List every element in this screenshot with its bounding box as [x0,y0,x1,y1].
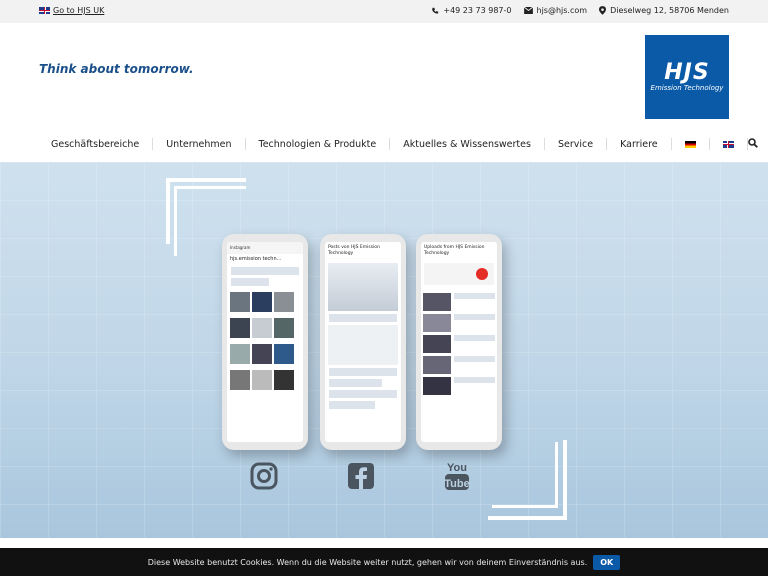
video-item [423,335,495,353]
address-text: Dieselweg 12, 58706 Menden [610,6,729,15]
post-thumbnail [252,292,272,312]
instagram-link[interactable] [247,459,281,493]
phone-left-title: hjs.emission techn... [230,256,282,262]
nav-item-geschaeftsbereiche[interactable]: Geschäftsbereiche [38,138,154,150]
screen-row [329,368,397,376]
screen-row [231,267,299,275]
phone-number[interactable]: +49 23 73 987-0 [443,6,511,15]
post-thumbnail [274,292,294,312]
location-pin-icon [599,6,607,15]
search-button[interactable] [747,137,758,151]
uk-flag-icon[interactable] [722,140,734,148]
video-item [423,356,495,374]
facebook-post-card [328,325,398,365]
phone-middle-title: Posts von HJS Emission Technology [328,245,380,256]
phone-instagram: Instagram hjs.emission techn... [222,234,308,450]
video-title-line [454,377,495,383]
tagline: Think about tomorrow. [39,62,194,76]
video-thumbnail [423,293,451,311]
cookie-text: Diese Website benutzt Cookies. Wenn du d… [147,557,588,567]
video-item [423,293,495,311]
post-thumbnail [274,344,294,364]
nav-item-service[interactable]: Service [545,138,608,150]
post-thumbnail [252,370,272,390]
youtube-banner [424,263,494,285]
video-thumbnail [423,356,451,374]
post-thumbnail [252,318,272,338]
nav-item-unternehmen[interactable]: Unternehmen [153,138,246,150]
go-to-uk-link[interactable]: Go to HJS UK [39,6,104,15]
instagram-screen: Instagram hjs.emission techn... [227,242,303,442]
youtube-subscribe-icon [476,268,488,280]
main-nav: Geschäftsbereiche Unternehmen Technologi… [38,134,758,154]
logo-subtext: Emission Technology [650,83,724,92]
youtube-icon[interactable]: You Tube [444,460,470,492]
hjs-logo[interactable]: HJS Emission Technology [645,35,729,119]
youtube-video-list [421,288,497,400]
uk-link-label[interactable]: Go to HJS UK [53,6,104,15]
post-thumbnail [274,370,294,390]
facebook-link[interactable] [344,459,378,493]
video-title-line [454,293,495,299]
screen-row [329,401,375,409]
contact-info: +49 23 73 987-0 hjs@hjs.com Dieselweg 12… [431,6,729,15]
video-title-line [454,335,495,341]
svg-text:Tube: Tube [444,478,469,490]
video-item [423,314,495,332]
video-thumbnail [423,314,451,332]
uk-flag-icon [39,7,50,14]
top-bar: Go to HJS UK +49 23 73 987-0 hjs@hjs.com… [0,0,768,23]
section-divider [0,538,768,548]
logo-text: HJS [664,59,710,85]
phone-youtube: Uploads from HJS Emission Technology [416,234,502,450]
nav-language-de[interactable] [672,138,710,150]
post-thumbnail [230,292,250,312]
screen-row [329,379,383,387]
instagram-header: Instagram [227,242,303,254]
instagram-icon[interactable] [250,462,278,490]
instagram-grid [227,289,303,397]
video-title-line [454,314,495,320]
mail-icon [523,7,533,14]
screen-row [329,314,397,322]
de-flag-icon[interactable] [684,140,696,148]
post-thumbnail [230,370,250,390]
youtube-screen: Uploads from HJS Emission Technology [421,242,497,442]
screen-row [329,390,397,398]
nav-item-aktuelles[interactable]: Aktuelles & Wissenswertes [390,138,545,150]
facebook-post-image [328,263,398,311]
phone-icon [432,7,439,14]
cookie-ok-button[interactable]: OK [593,554,621,570]
video-item [423,377,495,395]
hero-banner: Instagram hjs.emission techn... Posts vo… [0,162,768,538]
screen-row [231,278,269,286]
video-title-line [454,356,495,362]
phone-right-title: Uploads from HJS Emission Technology [424,245,485,256]
address-contact: Dieselweg 12, 58706 Menden [599,6,729,15]
frame-decoration-bottom-right-inner [492,442,558,508]
video-thumbnail [423,335,451,353]
nav-item-karriere[interactable]: Karriere [607,138,672,150]
facebook-screen: Posts von HJS Emission Technology [325,242,401,442]
post-thumbnail [230,344,250,364]
nav-item-technologien-produkte[interactable]: Technologien & Produkte [246,138,391,150]
youtube-link[interactable]: You Tube [440,459,474,493]
phone-facebook: Posts von HJS Emission Technology [320,234,406,450]
video-thumbnail [423,377,451,395]
facebook-icon[interactable] [347,462,375,490]
email-contact[interactable]: hjs@hjs.com [523,6,588,15]
post-thumbnail [230,318,250,338]
post-thumbnail [252,344,272,364]
svg-text:You: You [447,462,467,474]
cookie-banner: Diese Website benutzt Cookies. Wenn du d… [0,548,768,576]
nav-language-en[interactable] [710,138,748,150]
search-icon[interactable] [747,137,758,148]
phone-contact[interactable]: +49 23 73 987-0 [431,6,512,15]
email-address[interactable]: hjs@hjs.com [537,6,588,15]
post-thumbnail [274,318,294,338]
